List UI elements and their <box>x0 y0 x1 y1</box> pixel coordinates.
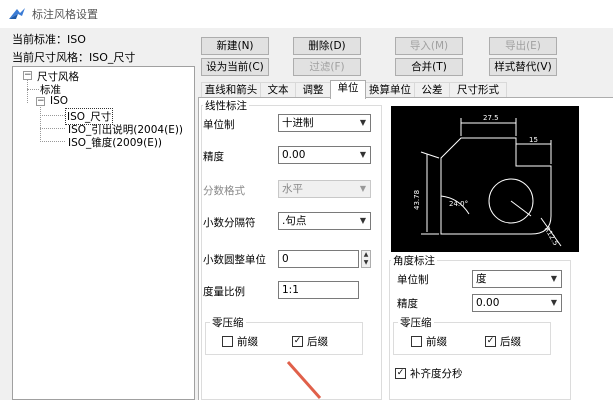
linear-leading-checkbox[interactable]: 前缀 <box>222 334 258 349</box>
checkmark-icon: ✓ <box>292 336 303 347</box>
chevron-down-icon: ▼ <box>359 216 366 225</box>
merge-button[interactable]: 合并(T) <box>395 58 463 76</box>
fraction-format-value: 水平 <box>282 183 303 195</box>
style-override-button[interactable]: 样式替代(V) <box>489 58 557 76</box>
linear-precision-select[interactable]: 0.00 ▼ <box>278 146 371 164</box>
preview-drawing: 27.5 15 43.78 24.0° R12.5 <box>413 114 562 247</box>
round-off-input[interactable]: 0 <box>278 250 359 268</box>
tree-item-iso[interactable]: ISO <box>50 95 68 107</box>
style-tree[interactable]: − 尺寸风格 标准 − ISO ISO_尺寸 ISO_引出说明(2004(E))… <box>12 66 195 400</box>
angular-group-title: 角度标注 <box>391 253 437 268</box>
dimension-preview: 27.5 15 43.78 24.0° R12.5 <box>391 106 579 252</box>
import-button[interactable]: 导入(M) <box>395 37 463 55</box>
fraction-format-label: 分数格式 <box>203 185 245 197</box>
delete-button[interactable]: 删除(D) <box>293 37 361 55</box>
set-current-button[interactable]: 设为当前(C) <box>201 58 269 76</box>
tab-text[interactable]: 文本 <box>260 82 296 98</box>
linear-precision-label: 精度 <box>203 151 224 163</box>
checkbox-empty-icon <box>222 336 233 347</box>
spin-up-icon[interactable]: ▲ <box>362 251 370 259</box>
checkmark-icon: ✓ <box>485 336 496 347</box>
checkbox-empty-icon <box>411 336 422 347</box>
current-standard-label: 当前标准：ISO <box>12 33 86 46</box>
chevron-down-icon: ▼ <box>359 184 366 193</box>
new-button[interactable]: 新建(N) <box>201 37 269 55</box>
window-title: 标注风格设置 <box>32 8 98 21</box>
tab-lines-arrows[interactable]: 直线和箭头 <box>201 82 261 98</box>
chevron-down-icon: ▼ <box>359 118 366 127</box>
round-off-label: 小数圆整单位 <box>203 254 266 266</box>
linear-zero-suppress-title: 零压缩 <box>210 315 246 330</box>
fill-dms-checkbox[interactable]: ✓ 补齐度分秒 <box>395 366 463 381</box>
preview-dim-left: 43.78 <box>413 190 421 210</box>
linear-trailing-checkbox[interactable]: ✓ 后缀 <box>292 334 328 349</box>
linear-leading-label: 前缀 <box>237 336 258 348</box>
chevron-down-icon: ▼ <box>550 274 557 283</box>
preview-dim-angle: 24.0° <box>449 200 468 208</box>
annotation-arrow-icon <box>286 361 322 399</box>
title-bar: 标注风格设置 <box>0 0 613 28</box>
fraction-format-select[interactable]: 水平 ▼ <box>278 180 371 198</box>
scale-factor-label: 度量比例 <box>203 286 245 298</box>
tree-collapse-root[interactable]: − <box>23 71 32 80</box>
angular-unit-select[interactable]: 度 ▼ <box>472 270 562 288</box>
tab-units[interactable]: 单位 <box>330 80 366 99</box>
decimal-separator-select[interactable]: .句点 ▼ <box>278 212 371 230</box>
linear-unit-label: 单位制 <box>203 119 235 131</box>
round-off-spinner[interactable]: ▲ ▼ <box>361 250 371 268</box>
decimal-separator-label: 小数分隔符 <box>203 217 256 229</box>
chevron-down-icon: ▼ <box>550 298 557 307</box>
linear-trailing-label: 后缀 <box>307 336 328 348</box>
angular-unit-label: 单位制 <box>397 274 429 286</box>
chevron-down-icon: ▼ <box>359 150 366 159</box>
angular-precision-value: 0.00 <box>476 297 500 309</box>
angular-trailing-checkbox[interactable]: ✓ 后缀 <box>485 334 521 349</box>
linear-unit-value: 十进制 <box>282 117 314 129</box>
fill-dms-label: 补齐度分秒 <box>410 368 463 380</box>
angular-leading-label: 前缀 <box>426 336 447 348</box>
angular-leading-checkbox[interactable]: 前缀 <box>411 334 447 349</box>
linear-precision-value: 0.00 <box>282 149 306 161</box>
tree-collapse-iso[interactable]: − <box>36 97 45 106</box>
angular-zero-suppress-title: 零压缩 <box>398 315 434 330</box>
tab-tolerance[interactable]: 公差 <box>414 82 450 98</box>
preview-dim-right: R12.5 <box>543 225 560 247</box>
angular-precision-label: 精度 <box>397 298 418 310</box>
linear-group-title: 线性标注 <box>203 98 249 113</box>
tree-item-iso-taper[interactable]: ISO_锥度(2009(E)) <box>68 135 162 150</box>
preview-dim-top: 27.5 <box>483 114 499 122</box>
angular-unit-value: 度 <box>476 273 487 285</box>
preview-dim-small: 15 <box>529 136 538 144</box>
tab-dim-form[interactable]: 尺寸形式 <box>449 82 507 98</box>
current-style-label: 当前尺寸风格：ISO_尺寸 <box>12 51 136 64</box>
spin-down-icon[interactable]: ▼ <box>362 259 370 267</box>
export-button[interactable]: 导出(E) <box>489 37 557 55</box>
linear-unit-select[interactable]: 十进制 ▼ <box>278 114 371 132</box>
angular-precision-select[interactable]: 0.00 ▼ <box>472 294 562 312</box>
scale-factor-input[interactable]: 1:1 <box>278 281 359 299</box>
app-logo-icon <box>9 8 25 19</box>
tab-adjust[interactable]: 调整 <box>295 82 331 98</box>
angular-trailing-label: 后缀 <box>500 336 521 348</box>
tab-alt-units[interactable]: 换算单位 <box>365 82 415 98</box>
decimal-separator-value: .句点 <box>282 215 307 227</box>
checkmark-icon: ✓ <box>395 368 406 379</box>
filter-button[interactable]: 过滤(F) <box>293 58 361 76</box>
